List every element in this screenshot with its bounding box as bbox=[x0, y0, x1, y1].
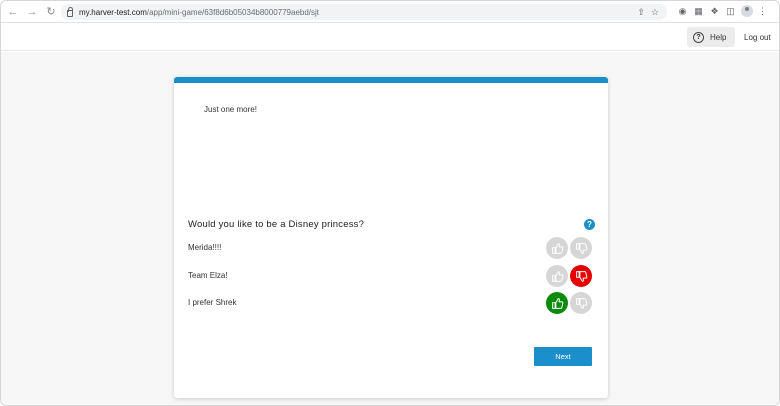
browser-toolbar: ← → ↻ my.harver-test.com/app/mini-game/6… bbox=[1, 1, 779, 23]
question-card: Just one more! Would you like to be a Di… bbox=[174, 77, 608, 398]
option-label: Team Elza! bbox=[188, 271, 228, 280]
info-icon[interactable]: ? bbox=[584, 219, 595, 230]
logout-link[interactable]: Log out bbox=[744, 33, 771, 42]
thumbs-up-icon bbox=[551, 270, 563, 282]
card-accent-bar bbox=[174, 77, 608, 83]
share-icon[interactable]: ⇧ bbox=[637, 5, 645, 19]
option-label: Merida!!!! bbox=[188, 243, 222, 252]
help-label: Help bbox=[710, 32, 727, 42]
option-row: Team Elza! bbox=[188, 265, 594, 287]
next-button[interactable]: Next bbox=[534, 347, 592, 366]
app-header: ? Help Log out bbox=[1, 23, 779, 51]
question-circle-icon: ? bbox=[693, 31, 704, 43]
browser-window: ← → ↻ my.harver-test.com/app/mini-game/6… bbox=[0, 0, 780, 406]
thumbs-up-button[interactable] bbox=[546, 265, 568, 287]
thumbs-down-icon bbox=[575, 297, 587, 309]
thumbs-down-button-selected[interactable] bbox=[570, 265, 592, 287]
url-text: my.harver-test.com/app/mini-game/63f8d6b… bbox=[79, 8, 319, 17]
menu-kebab-icon[interactable]: ⋮ bbox=[758, 6, 767, 17]
thumbs-down-icon bbox=[575, 270, 587, 282]
back-icon[interactable]: ← bbox=[6, 5, 20, 19]
thumbs-down-button[interactable] bbox=[570, 292, 592, 314]
thumbs-up-icon bbox=[551, 297, 563, 309]
extension-icon[interactable]: ◉ bbox=[677, 6, 688, 17]
thumbs-up-icon bbox=[551, 242, 563, 254]
option-label: I prefer Shrek bbox=[188, 298, 237, 307]
thumbs-up-button[interactable] bbox=[546, 237, 568, 259]
side-panel-icon[interactable]: ◫ bbox=[725, 6, 736, 17]
bookmark-star-icon[interactable]: ☆ bbox=[651, 5, 659, 19]
option-row: Merida!!!! bbox=[188, 237, 594, 259]
url-host: my.harver-test.com bbox=[79, 7, 147, 17]
url-path: /app/mini-game/63f8d6b05034b8000779aebd/… bbox=[146, 7, 320, 17]
reload-icon[interactable]: ↻ bbox=[44, 5, 58, 19]
intro-text: Just one more! bbox=[204, 105, 257, 114]
option-row: I prefer Shrek bbox=[188, 292, 594, 314]
puzzle-extensions-icon[interactable]: ❖ bbox=[709, 6, 720, 17]
help-button[interactable]: ? Help bbox=[687, 27, 735, 47]
thumbs-down-button[interactable] bbox=[570, 237, 592, 259]
extension-icon[interactable]: ▦ bbox=[693, 6, 704, 17]
profile-avatar[interactable] bbox=[741, 5, 753, 17]
address-bar[interactable]: my.harver-test.com/app/mini-game/63f8d6b… bbox=[61, 4, 667, 20]
question-title: Would you like to be a Disney princess? bbox=[188, 219, 365, 230]
lock-icon bbox=[67, 6, 73, 17]
thumbs-down-icon bbox=[575, 242, 587, 254]
forward-icon[interactable]: → bbox=[25, 5, 39, 19]
thumbs-up-button-selected[interactable] bbox=[546, 292, 568, 314]
